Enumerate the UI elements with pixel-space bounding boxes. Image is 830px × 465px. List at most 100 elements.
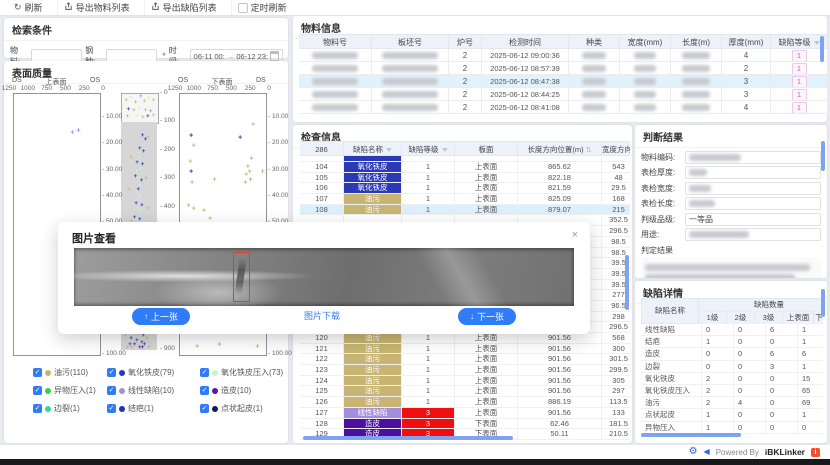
cell: 296.5 [602,322,630,333]
defect-detail-row[interactable]: 异物压入10001 [641,422,823,434]
inspection-row[interactable]: 121油污1上表面901.56300 [300,344,630,355]
next-image-button[interactable]: ↓ 下一张 [458,308,516,325]
defect-detail-row[interactable]: 造皮00664 [641,348,823,360]
cell: 氧化铁皮 [344,183,402,194]
cell: 50.11 [518,429,602,440]
cell: 线性缺陷 [641,324,702,336]
filter-icon[interactable] [386,148,392,152]
cell: 1 [402,344,455,355]
cell: 126 [300,397,344,408]
checkbox-checked[interactable]: ✓ [200,386,209,395]
defect-detail-row[interactable]: 点状起皮10010 [641,409,823,421]
material-row[interactable]: 22025-06-12 09:00:3641 [299,49,828,62]
defect-detail-row[interactable]: 氧化铁皮压入200658 [641,385,823,397]
blurred-value [682,91,710,98]
gear-icon[interactable]: ⚙ [689,447,698,457]
cell: 上表面 [455,333,518,344]
scatter-point: + [130,345,134,350]
inspection-row[interactable]: 108油污1上表面879.07215 [300,205,630,216]
export-materials-button[interactable]: 导出物料列表 [58,0,145,15]
inspection-row[interactable]: 106氧化铁皮1上表面821.5929.5 [300,183,630,194]
inspection-row[interactable]: 105氧化铁皮1上表面822.1848 [300,173,630,184]
inspection-row[interactable]: 126油污1上表面886.19113.5 [300,397,630,408]
timed-refresh-toggle[interactable]: 定时刷新 [232,0,301,15]
axis-tick: - 100.00 [102,350,126,357]
cell: 879.07 [518,205,602,216]
field-value[interactable] [685,182,821,195]
checkbox-checked[interactable]: ✓ [200,368,209,377]
material-row[interactable]: 22025-06-12 08:44:2531 [299,88,828,101]
cell: 0 [766,373,798,385]
export-defects-button[interactable]: 导出缺陷列表 [145,0,232,15]
cell: 1 [402,354,455,365]
blurred-value [634,91,656,98]
checkbox-checked[interactable]: ✓ [107,386,116,395]
legend-color-dot [45,406,51,412]
download-image-link[interactable]: 图片下载 [304,309,340,322]
checkbox-checked[interactable]: ✓ [33,404,42,413]
checkbox-checked[interactable]: ✓ [107,404,116,413]
export-defects-label: 导出缺陷列表 [163,1,217,14]
inspection-row[interactable]: 127线性缺陷3上表面901.56133 [300,408,630,419]
prev-image-button[interactable]: ↑ 上一张 [132,308,190,325]
filter-icon[interactable] [814,41,820,45]
cell: 2025-06-12 08:44:25 [482,88,569,101]
inspection-row[interactable]: 107油污1上表面825.09168 [300,194,630,205]
horizontal-scrollbar[interactable] [641,433,741,437]
scatter-point: + [146,206,150,212]
field-value[interactable]: 一等品 [685,213,821,226]
cell: 298 [602,312,630,323]
defect-detail-row[interactable]: 油污2406941 [641,397,823,409]
field-value[interactable] [685,166,821,179]
blurred-value [582,91,606,98]
cell: 1 [402,173,455,184]
strip-minimap[interactable]: +++++++++++++++++ [121,93,159,124]
checkbox-checked[interactable]: ✓ [33,386,42,395]
filter-icon[interactable] [442,148,448,152]
defect-detail-row[interactable]: 线性缺陷00619 [641,324,823,336]
vertical-scrollbar[interactable] [820,36,824,62]
inspection-row[interactable]: 128造皮3下表面62.46181.5 [300,419,630,430]
search-panel: 检索条件 物料: 钢种: * 时间: 06-11 00: → 06-12 23: [4,18,288,58]
vertical-scrollbar[interactable] [625,255,629,310]
checkbox-checked[interactable]: ✓ [200,404,209,413]
blurred-value [312,52,358,59]
blurred-value [634,104,656,111]
vertical-scrollbar[interactable] [821,141,825,171]
inspection-row[interactable]: 123油污1上表面901.56299.5 [300,365,630,376]
field-value[interactable] [685,197,821,210]
sound-icon[interactable]: ◀ [704,448,710,456]
checkbox-checked[interactable]: ✓ [107,368,116,377]
defect-detail-row[interactable]: 氧化铁皮2001564 [641,373,823,385]
close-icon[interactable]: × [572,229,578,241]
inspection-row[interactable]: 124油污1上表面901.56305 [300,376,630,387]
cell [299,88,372,101]
sort-icon[interactable]: ⇅ [586,147,592,154]
material-table: 物料号板坯号炉号检测时间种类宽度(mm)长度(m)厚度(mm)缺陷等级22025… [299,34,828,114]
field-value[interactable] [685,151,821,164]
cell: 氧化铁皮 [641,373,702,385]
inspection-row[interactable]: 104氧化铁皮1上表面865.62543 [300,162,630,173]
material-row[interactable]: 22025-06-12 08:41:0841 [299,101,828,114]
defect-detail-row[interactable]: 边裂00310 [641,361,823,373]
cell: 2025-06-12 08:41:08 [482,101,569,114]
horizontal-scrollbar[interactable] [303,436,513,440]
blurred-value [312,78,358,85]
material-row[interactable]: 22025-06-12 08:57:3921 [299,62,828,75]
cell: 104 [300,162,344,173]
cell: 边裂 [641,361,702,373]
field-value[interactable] [685,228,821,241]
defect-detail-row[interactable]: 结疤10010 [641,336,823,348]
blurred-value [582,104,606,111]
scatter-point: + [238,135,242,142]
inspection-row[interactable]: 120油污1上表面901.56568 [300,333,630,344]
checkbox-checked[interactable]: ✓ [33,368,42,377]
blurred-value [582,52,606,59]
vertical-scrollbar[interactable] [821,289,825,317]
timed-refresh-checkbox[interactable] [238,3,248,13]
material-row[interactable]: 22025-06-12 08:47:3831 [299,75,828,88]
inspection-row[interactable]: 122油污1上表面901.56301.5 [300,354,630,365]
inspection-row[interactable]: 125油污1上表面901.56297 [300,386,630,397]
refresh-button[interactable]: ↻ 刷新 [8,0,58,15]
cell: 6 [766,324,798,336]
